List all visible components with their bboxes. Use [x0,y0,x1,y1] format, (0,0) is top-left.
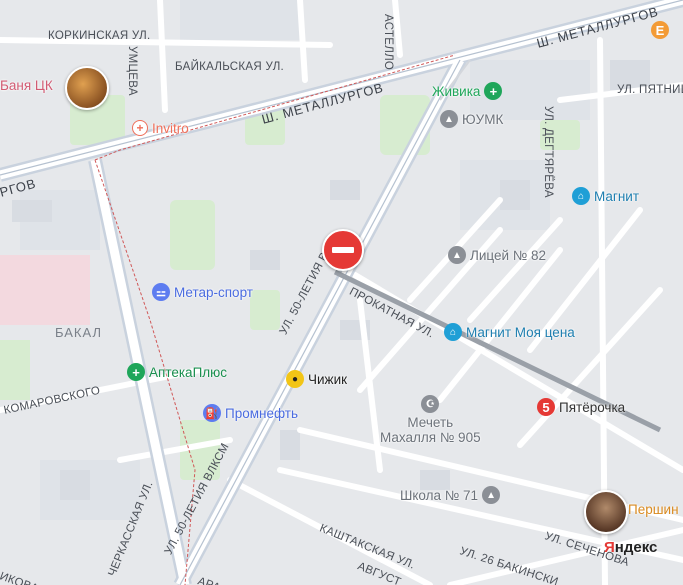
poi-zhivika[interactable]: Живика + [432,82,506,100]
poi-invitro-label: Invitro [152,120,189,136]
poi-chizhik-label: Чижик [308,371,348,387]
poi-magnit[interactable]: ⌂ Магнит [572,187,639,205]
poi-promneft-label: Промнефть [225,405,298,421]
poi-yumk[interactable]: ▲ ЮУМК [440,110,503,128]
yandex-logo: Яндекс [604,539,657,556]
poi-promneft[interactable]: ⛽ Промнефть [203,404,298,422]
street-baikalskaya: БАЙКАЛЬСКАЯ УЛ. [175,61,285,73]
poi-chizhik[interactable]: ● Чижик [286,370,347,388]
shopping-basket-icon: ⌂ [572,187,590,205]
pershin-photo-marker[interactable] [584,490,628,534]
poi-mosque-label-1: Мечеть [407,415,454,430]
street-astello: АСТЕЛЛО [382,14,394,71]
poi-liceum[interactable]: ▲ Лицей № 82 [448,246,546,264]
poi-magnit-label: Магнит [594,188,640,204]
poi-metar-sport-label: Метар-спорт [174,284,253,300]
street-umtseva: УМЦЕВА [126,46,138,96]
dumbbell-icon: ⚍ [152,283,170,301]
poi-mosque-label-2: Махалля № 905 [380,430,481,445]
poi-school[interactable]: Школа № 71 ▲ [400,486,504,504]
mosque-icon: ☪ [421,395,440,413]
education-cap-icon: ▲ [482,486,501,504]
map-canvas[interactable]: КОРКИНСКАЯ УЛ. БАЙКАЛЬСКАЯ УЛ. УМЦЕВА АС… [0,0,683,585]
yandex-logo-rest: ндекс [614,539,658,556]
pharmacy-cross-icon: + [127,363,145,381]
poi-pyaterochka-label: Пятёрочка [559,399,626,415]
pharmacy-cross-icon: + [484,82,503,100]
cafe-icon: E [651,21,669,39]
fuel-pump-icon: ⛽ [203,404,221,422]
poi-pershin-label: Першин [628,502,679,517]
poi-apteka-plus[interactable]: + АптекаПлюс [127,363,227,381]
poi-yumk-label: ЮУМК [462,111,504,127]
education-cap-icon: ▲ [440,110,458,128]
district-bakal-label: БАКАЛ [55,325,102,340]
street-pyatnitskaya: УЛ. ПЯТНИЦ [617,84,683,96]
street-degtyareva: УЛ. ДЕГТЯРЁВА [542,106,554,198]
banya-photo-marker[interactable] [65,66,109,110]
street-korkinskaya: КОРКИНСКАЯ УЛ. [48,30,151,42]
poi-cafe[interactable]: E [651,21,673,39]
poi-mosque[interactable]: ☪ Мечеть Махалля № 905 [380,395,481,445]
poi-banya[interactable]: Баня ЦК [0,78,53,93]
pyaterochka-5-icon: 5 [537,398,555,416]
poi-zhivika-label: Живика [432,83,481,99]
yandex-logo-first-letter: Я [604,539,615,556]
shopping-basket-icon: ⌂ [444,323,462,341]
poi-liceum-label: Лицей № 82 [470,247,547,263]
poi-pyaterochka[interactable]: 5 Пятёрочка [537,398,625,416]
poi-banya-label: Баня ЦК [0,78,53,93]
poi-school-label: Школа № 71 [400,487,479,503]
poi-apteka-plus-label: АптекаПлюс [149,364,228,380]
no-entry-icon[interactable] [322,229,364,271]
poi-metar-sport[interactable]: ⚍ Метар-спорт [152,283,253,301]
poi-invitro[interactable]: + Invitro [132,120,189,136]
poi-magnit-moya-cena-label: Магнит Моя цена [466,324,575,340]
chizhik-bird-icon: ● [286,370,304,388]
medical-cross-icon: + [132,120,148,136]
poi-pershin[interactable]: Першин [628,502,679,517]
education-cap-icon: ▲ [448,246,466,264]
poi-magnit-moya-cena[interactable]: ⌂ Магнит Моя цена [444,323,575,341]
